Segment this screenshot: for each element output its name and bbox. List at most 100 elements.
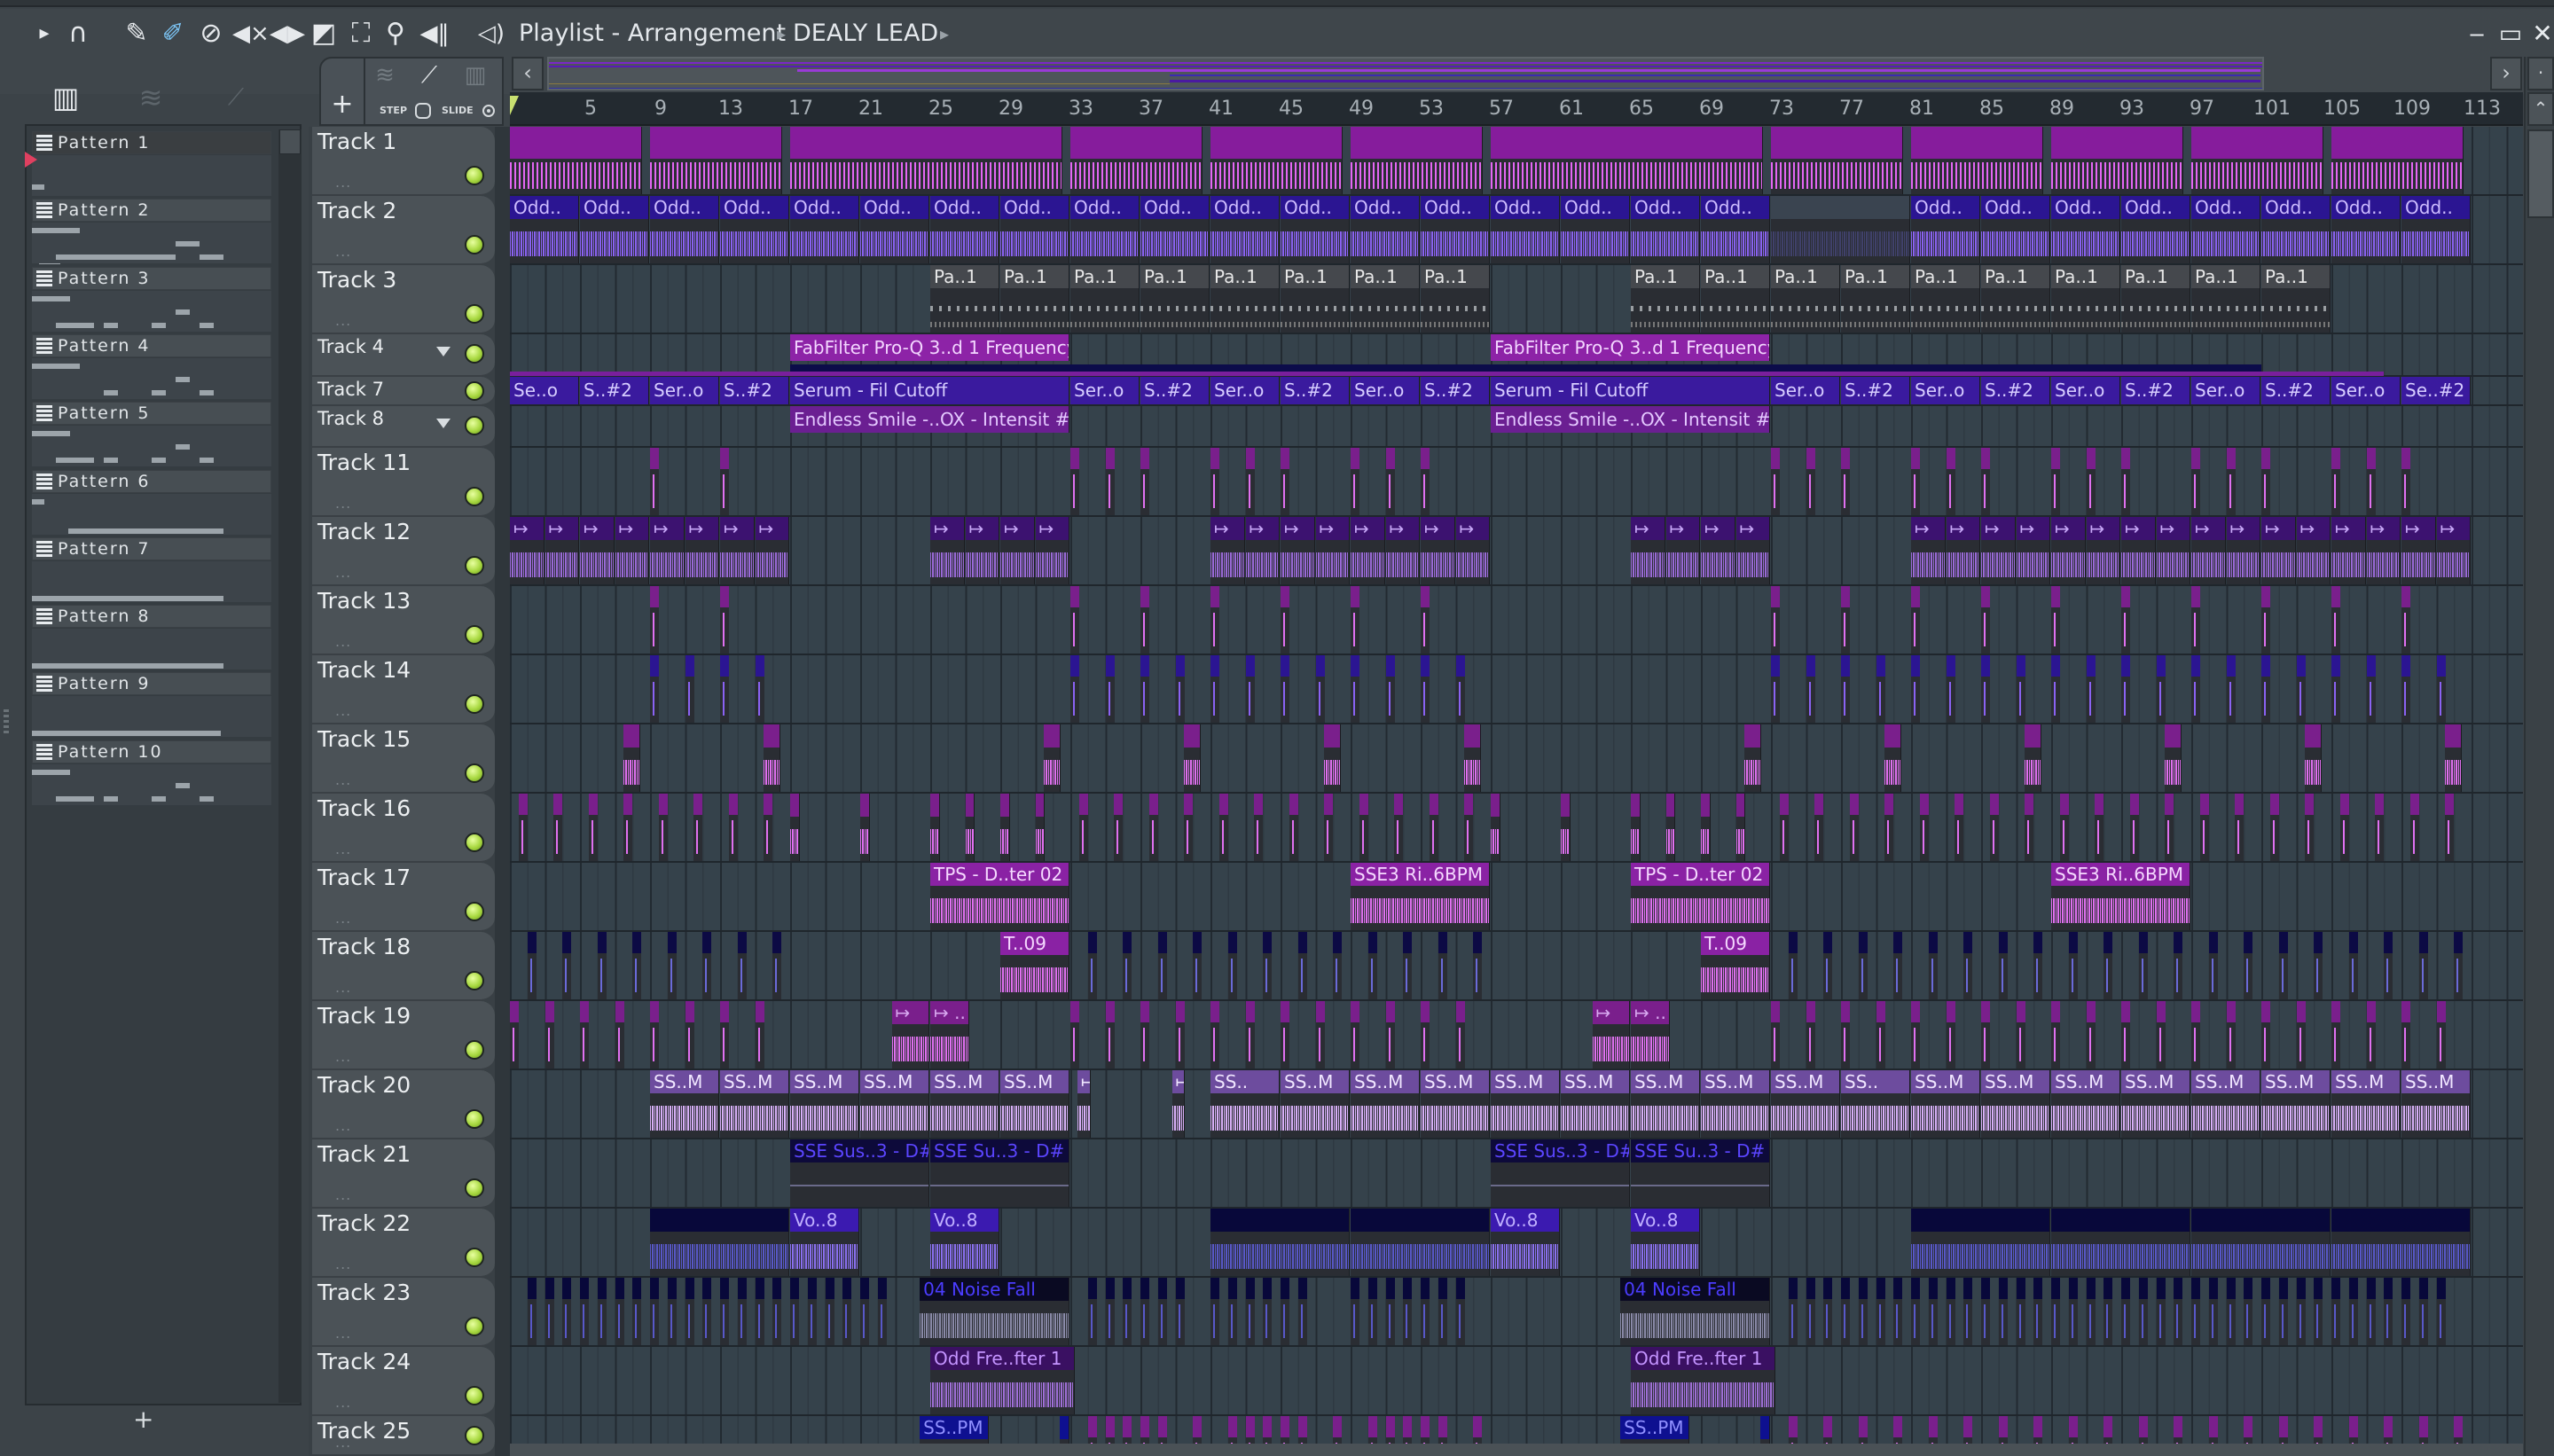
clip-hit[interactable]	[2261, 586, 2270, 654]
clip[interactable]: T..09	[1701, 932, 1770, 999]
clip-hit[interactable]	[2033, 1278, 2043, 1345]
track-header[interactable]: Track 12...	[312, 517, 495, 586]
clip-hit[interactable]	[1981, 655, 1990, 723]
clip[interactable]	[1744, 724, 1762, 792]
clip-hit[interactable]	[650, 1001, 659, 1069]
track-row[interactable]: FabFilter Pro-Q 3..d 1 Frequency FabFilte…	[510, 334, 2523, 377]
clip-hit[interactable]	[1385, 448, 1395, 515]
track-options-icon[interactable]: ...	[335, 174, 351, 191]
clip-hit[interactable]	[1087, 1278, 1097, 1345]
clip[interactable]: Pa..1	[1911, 265, 1980, 333]
clip-hit[interactable]	[1473, 932, 1483, 999]
clip-hit[interactable]	[877, 1278, 887, 1345]
clip-hit[interactable]	[1989, 794, 1999, 861]
track-header[interactable]: Track 16...	[312, 794, 495, 863]
clip-hit[interactable]	[527, 932, 537, 999]
playback-icon[interactable]: ◀‖	[419, 20, 450, 48]
clip-hit[interactable]	[2436, 1001, 2446, 1069]
clip[interactable]: Pa..1	[2261, 265, 2331, 333]
clip[interactable]: S..#2	[2261, 377, 2331, 404]
clip[interactable]: ↦	[1592, 1001, 1630, 1069]
clip-hit[interactable]	[702, 932, 712, 999]
play-arrow-icon[interactable]: ▸	[28, 20, 60, 48]
clip-hit[interactable]	[1218, 794, 1228, 861]
clip[interactable]: Odd..	[510, 196, 579, 263]
clip-hit[interactable]	[2121, 655, 2130, 723]
slice-icon[interactable]: ◩	[308, 20, 340, 48]
clip-hit[interactable]	[1438, 1416, 1447, 1444]
clip-hit[interactable]	[790, 1278, 799, 1345]
scroll-right-button[interactable]: ›	[2490, 57, 2522, 90]
clip[interactable]: ↦	[1210, 517, 1245, 584]
clip-hit[interactable]	[1911, 1278, 1920, 1345]
clip-hit[interactable]	[2314, 932, 2323, 999]
track-header[interactable]: Track 3...	[312, 265, 495, 334]
clip-hit[interactable]	[1858, 1278, 1868, 1345]
clip-hit[interactable]	[2086, 1001, 2096, 1069]
track-mute-led[interactable]	[465, 415, 484, 435]
clip-hit[interactable]	[1998, 1278, 2008, 1345]
clip[interactable]: Pa..1	[1841, 265, 1910, 333]
clip-hit[interactable]	[2401, 1001, 2410, 1069]
clip[interactable]: Ser..o	[1911, 377, 1980, 404]
maximize-icon[interactable]: ▭	[2497, 21, 2524, 46]
track-row[interactable]: 04 Noise Fall 04 Noise Fall	[510, 1278, 2523, 1347]
scroll-left-button[interactable]: ‹	[512, 57, 544, 90]
clip-hit[interactable]	[1078, 794, 1088, 861]
clip[interactable]: ↦	[2296, 517, 2331, 584]
track-row[interactable]: SS..PM SS..PM	[510, 1416, 2523, 1444]
clip-hit[interactable]	[1841, 655, 1850, 723]
clip-hit[interactable]	[650, 448, 659, 515]
clip-hit[interactable]	[1281, 1001, 1289, 1069]
clip-hit[interactable]	[1245, 1001, 1255, 1069]
clip-hit[interactable]	[667, 1278, 677, 1345]
clip-hit[interactable]	[1227, 1278, 1237, 1345]
clip[interactable]: ↦	[755, 517, 789, 584]
clip[interactable]: ↦	[2261, 517, 2296, 584]
clip[interactable]	[510, 127, 643, 194]
clip-hit[interactable]	[1315, 655, 1325, 723]
pattern-item[interactable]: Pattern 7	[30, 536, 271, 605]
clip[interactable]: SS..M	[2331, 1070, 2401, 1138]
clip-hit[interactable]	[1841, 586, 1850, 654]
clip-hit[interactable]	[2121, 1278, 2130, 1345]
clip-hit[interactable]	[685, 1278, 694, 1345]
clip-hit[interactable]	[2051, 1001, 2060, 1069]
clip[interactable]: ↦	[2366, 517, 2401, 584]
clip-hit[interactable]	[1263, 932, 1273, 999]
clip[interactable]	[930, 794, 940, 861]
clip[interactable]: Pa..1	[1771, 265, 1840, 333]
clip-hit[interactable]	[1333, 1416, 1343, 1444]
track-header[interactable]: Track 11...	[312, 448, 495, 517]
clip-hit[interactable]	[1245, 448, 1255, 515]
clip-hit[interactable]	[1070, 448, 1079, 515]
clip-hit[interactable]	[2226, 1001, 2236, 1069]
clip[interactable]: Pa..1	[1281, 265, 1350, 333]
clip-hit[interactable]	[1806, 1278, 1815, 1345]
magnet-snap-icon[interactable]: ∩	[62, 20, 94, 48]
clip[interactable]: ↦	[1315, 517, 1350, 584]
clip-hit[interactable]	[658, 794, 668, 861]
clip[interactable]: ↦	[930, 517, 965, 584]
clip-hit[interactable]	[1421, 1416, 1430, 1444]
clip[interactable]: TPS - D..ter 02	[1631, 863, 1770, 930]
clip-hit[interactable]	[2208, 1278, 2218, 1345]
pattern-item[interactable]: Pattern 8	[30, 605, 271, 672]
clip-hit[interactable]	[1070, 655, 1079, 723]
clip-hit[interactable]	[772, 932, 782, 999]
clip-hit[interactable]	[737, 932, 747, 999]
clip-hit[interactable]	[2331, 1001, 2340, 1069]
clip-hit[interactable]	[720, 1001, 729, 1069]
pattern-header[interactable]: Pattern 7	[32, 536, 271, 560]
clip[interactable]: SS..M	[1771, 1070, 1840, 1138]
clip[interactable]: SSE3 Ri..6BPM	[2051, 863, 2190, 930]
clip-hit[interactable]	[2348, 932, 2358, 999]
track-row[interactable]	[510, 127, 2523, 196]
clip-hit[interactable]	[615, 1278, 624, 1345]
clip[interactable]: Odd..	[1491, 196, 1560, 263]
clip[interactable]: ↦	[1385, 517, 1420, 584]
clip-hit[interactable]	[2418, 932, 2428, 999]
overview-toggle-button[interactable]: ·	[2527, 57, 2554, 90]
clip[interactable]: S..#2	[1841, 377, 1910, 404]
clip-hit[interactable]	[1893, 1278, 1903, 1345]
